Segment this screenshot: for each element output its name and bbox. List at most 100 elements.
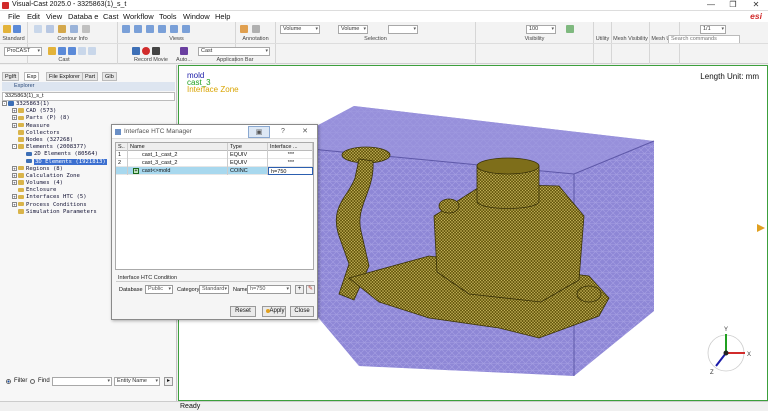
- tab-pgift[interactable]: PgIft: [2, 72, 20, 81]
- visibility-icon[interactable]: [566, 25, 574, 33]
- view-back-icon[interactable]: [134, 25, 142, 33]
- tree-item-label: 3D Elements (1921813): [34, 158, 107, 165]
- filter-apply-icon[interactable]: ▸: [164, 377, 173, 386]
- panel-expand-icon[interactable]: [757, 224, 765, 232]
- menu-window[interactable]: Window: [183, 12, 210, 21]
- dialog-help-button[interactable]: ?: [272, 126, 294, 138]
- tree-item[interactable]: + CAD (573): [2, 108, 175, 115]
- model-combo[interactable]: 3325863(1)_s_t: [2, 92, 175, 101]
- tab-exp[interactable]: Exp: [24, 72, 40, 81]
- application-bar-combo[interactable]: Cast: [198, 47, 270, 56]
- expand-icon[interactable]: +: [12, 115, 17, 121]
- name-combo[interactable]: h=750: [247, 285, 291, 294]
- record-icon-1[interactable]: [132, 47, 140, 55]
- col-type[interactable]: Type: [228, 143, 268, 151]
- new-icon[interactable]: [3, 25, 11, 33]
- expand-icon[interactable]: +: [12, 108, 17, 114]
- maximize-button[interactable]: ❐: [722, 0, 744, 11]
- view-top-icon[interactable]: [146, 25, 154, 33]
- cast-icon-3[interactable]: [68, 47, 76, 55]
- cast-icon-4[interactable]: [78, 47, 86, 55]
- database-combo[interactable]: Public: [145, 285, 173, 294]
- record-start-icon[interactable]: [142, 47, 150, 55]
- menu-edit[interactable]: Edit: [27, 12, 40, 21]
- view-bottom-icon[interactable]: [158, 25, 166, 33]
- contour-icon-5[interactable]: [82, 25, 90, 33]
- cast-icon-2[interactable]: [58, 47, 66, 55]
- visibility-level-combo[interactable]: 100: [526, 25, 556, 34]
- menu-workflow[interactable]: Workflow: [123, 12, 154, 21]
- entity-name-combo[interactable]: Entity Name: [114, 377, 160, 386]
- legend-interface-zone: Interface Zone: [187, 85, 239, 94]
- find-radio[interactable]: [30, 379, 35, 384]
- record-stop-icon[interactable]: [152, 47, 160, 55]
- cast-icon-5[interactable]: [88, 47, 96, 55]
- expand-icon[interactable]: +: [12, 180, 17, 186]
- menu-tools[interactable]: Tools: [159, 12, 177, 21]
- table-row[interactable]: 2 cast_3_cast_2 EQUIV ***: [116, 159, 313, 167]
- database-label: Database: [119, 287, 143, 293]
- folder-icon: [26, 151, 32, 157]
- view-front-icon[interactable]: [122, 25, 130, 33]
- col-name[interactable]: Name: [128, 143, 228, 151]
- cast-icon-1[interactable]: [48, 47, 56, 55]
- menu-cast[interactable]: Cast: [103, 12, 118, 21]
- select-mode-combo[interactable]: [388, 25, 418, 34]
- add-icon[interactable]: +: [295, 285, 304, 294]
- expand-icon[interactable]: +: [12, 201, 17, 207]
- col-interface[interactable]: Interface ...: [268, 143, 313, 151]
- tree-item[interactable]: + Parts (P) (8): [2, 115, 175, 122]
- expand-icon[interactable]: +: [12, 194, 17, 200]
- close-button[interactable]: Close: [290, 306, 314, 317]
- contour-icon-4[interactable]: [70, 25, 78, 33]
- folder-icon: [18, 115, 24, 121]
- tab-gib[interactable]: GIb: [102, 72, 117, 81]
- tree-item[interactable]: - 3325863(1): [2, 101, 175, 108]
- edit-pencil-icon[interactable]: ✎: [306, 285, 315, 294]
- solver-combo[interactable]: ProCAST: [4, 47, 42, 56]
- contour-icon-2[interactable]: [46, 25, 54, 33]
- dialog-close-icon[interactable]: ✕: [294, 126, 316, 138]
- view-iso-icon[interactable]: [170, 25, 178, 33]
- tree-item-label: 2D Elements (80564): [34, 151, 98, 158]
- apply-button[interactable]: Apply: [262, 306, 286, 317]
- circle-annotation-icon[interactable]: [252, 25, 260, 33]
- menu-file[interactable]: File: [8, 12, 20, 21]
- collapse-icon[interactable]: -: [2, 101, 7, 106]
- window-title: Visual-Cast 2025.0 - 3325863(1)_s_t: [12, 1, 127, 8]
- table-row[interactable]: 1 cast_1_cast_2 EQUIV ***: [116, 151, 313, 159]
- contour-icon-3[interactable]: [58, 25, 66, 33]
- auto-icon[interactable]: [180, 47, 188, 55]
- save-icon[interactable]: [13, 25, 21, 33]
- filter-text-combo[interactable]: [52, 377, 112, 386]
- tab-file-explorer[interactable]: File Explorer: [46, 72, 83, 81]
- collapse-icon[interactable]: -: [12, 144, 17, 150]
- table-row-selected[interactable]: + cast<>mold COINC h=750: [116, 167, 313, 175]
- leaf-spacer: [12, 137, 17, 142]
- col-s[interactable]: S..: [116, 143, 128, 151]
- tab-part[interactable]: Part: [82, 72, 99, 81]
- find-label: Find: [38, 378, 50, 384]
- menu-database[interactable]: Databa e: [68, 12, 98, 21]
- menu-help[interactable]: Help: [215, 12, 230, 21]
- expand-icon[interactable]: +: [12, 165, 17, 171]
- reset-button[interactable]: Reset: [230, 306, 256, 317]
- page-combo[interactable]: 1/1: [700, 25, 726, 34]
- dialog-pin-icon[interactable]: ▣: [248, 126, 270, 138]
- expand-icon[interactable]: +: [12, 122, 17, 128]
- row-value-edit[interactable]: h=750: [268, 167, 313, 175]
- select-filter-combo[interactable]: Volume: [338, 25, 368, 34]
- toolbar-row-2: ProCAST Cast Record Movie Auto... Cast A…: [0, 43, 768, 64]
- select-type-combo[interactable]: Volume: [280, 25, 320, 34]
- expand-icon[interactable]: +: [12, 172, 17, 178]
- category-combo[interactable]: Standard: [199, 285, 229, 294]
- arrow-annotation-icon[interactable]: [240, 25, 248, 33]
- menu-view[interactable]: View: [46, 12, 62, 21]
- explorer-header: Explorer: [2, 82, 175, 91]
- close-window-button[interactable]: ✕: [745, 0, 767, 11]
- contour-icon-1[interactable]: [34, 25, 42, 33]
- minimize-button[interactable]: —: [700, 0, 722, 11]
- axis-y-label: Y: [724, 327, 728, 333]
- filter-radio[interactable]: [6, 379, 11, 384]
- view-fit-icon[interactable]: [182, 25, 190, 33]
